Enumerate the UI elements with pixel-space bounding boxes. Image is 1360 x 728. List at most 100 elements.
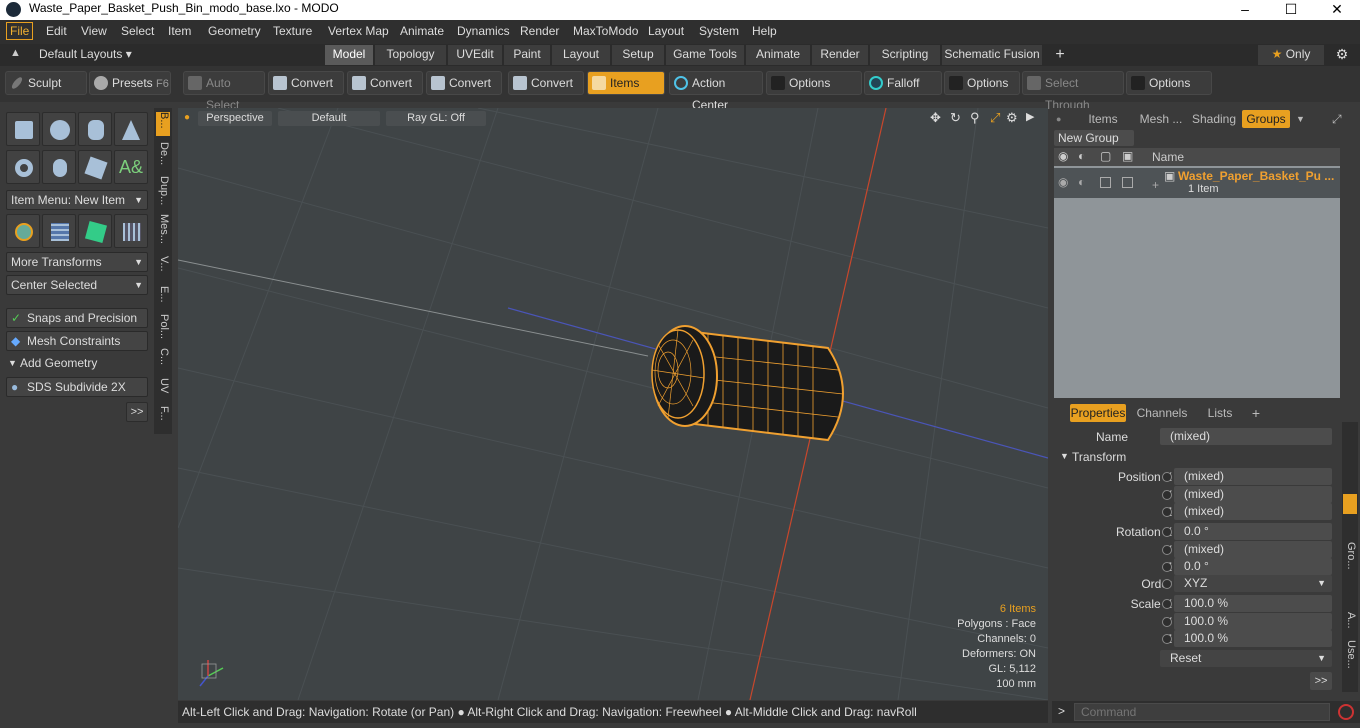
viewport-settings-icon[interactable]: ⚙ bbox=[1006, 110, 1018, 126]
menu-vertex-map[interactable]: Vertex Map bbox=[328, 24, 389, 38]
menu-render[interactable]: Render bbox=[520, 24, 559, 38]
keyframe-dot-icon[interactable] bbox=[1162, 562, 1172, 572]
vtab-edge[interactable]: E... bbox=[156, 286, 170, 303]
reset-dropdown[interactable]: Reset ▼ bbox=[1160, 650, 1332, 667]
tab-animate[interactable]: Animate bbox=[746, 45, 810, 65]
record-icon[interactable] bbox=[1338, 704, 1354, 720]
sds-subdivide-button[interactable]: ● SDS Subdivide 2X bbox=[6, 377, 148, 397]
add-tab-icon[interactable]: + bbox=[1248, 404, 1264, 422]
zoom-view-icon[interactable]: ⚲ bbox=[970, 110, 980, 126]
presets-button[interactable]: Presets F6 bbox=[89, 71, 171, 95]
menu-texture[interactable]: Texture bbox=[273, 24, 312, 38]
sculpt-button[interactable]: Sculpt bbox=[5, 71, 87, 95]
items-mode-button[interactable]: Items bbox=[587, 71, 665, 95]
maximize-button[interactable]: ☐ bbox=[1268, 0, 1314, 20]
menu-system[interactable]: System bbox=[699, 24, 739, 38]
keyframe-dot-icon[interactable] bbox=[1162, 579, 1172, 589]
add-tab-button[interactable]: + bbox=[1046, 45, 1074, 65]
new-group-button[interactable]: New Group bbox=[1054, 130, 1134, 146]
tab-schematic-fusion[interactable]: Schematic Fusion bbox=[942, 45, 1042, 65]
lock-checkbox[interactable] bbox=[1100, 177, 1111, 188]
visibility-eye-icon[interactable]: ◉ bbox=[1058, 175, 1068, 189]
vtab-vertex[interactable]: V... bbox=[156, 256, 170, 272]
keyframe-dot-icon[interactable] bbox=[1162, 527, 1172, 537]
vtab-deform[interactable]: De... bbox=[156, 142, 170, 165]
vtab-curve[interactable]: C... bbox=[156, 348, 170, 365]
cone-primitive-icon[interactable] bbox=[114, 112, 148, 146]
side-tab-active[interactable] bbox=[1343, 494, 1357, 514]
vtab-duplicate[interactable]: Dup... bbox=[156, 176, 170, 205]
auto-select-button[interactable]: Auto Select bbox=[183, 71, 265, 112]
rotation-z-field[interactable]: 0.0 ° bbox=[1174, 558, 1332, 575]
transform-gizmo-icon[interactable] bbox=[6, 214, 40, 248]
tab-topology[interactable]: Topology bbox=[375, 45, 446, 65]
vtab-polygon[interactable]: Pol... bbox=[156, 314, 170, 339]
scale-x-field[interactable]: 100.0 % bbox=[1174, 595, 1332, 612]
position-z-field[interactable]: (mixed) bbox=[1174, 503, 1332, 520]
vtab-fusion[interactable]: F... bbox=[156, 406, 170, 421]
move-view-icon[interactable]: ✥ bbox=[930, 110, 941, 126]
tab-channels[interactable]: Channels bbox=[1134, 404, 1190, 422]
action-center-button[interactable]: Action Center bbox=[669, 71, 763, 112]
keyframe-dot-icon[interactable] bbox=[1162, 617, 1172, 627]
falloff-button[interactable]: Falloff bbox=[864, 71, 942, 95]
cube-primitive-icon[interactable] bbox=[6, 112, 40, 146]
tab-uvedit[interactable]: UVEdit bbox=[448, 45, 502, 65]
center-selected-dropdown[interactable]: Center Selected ▼ bbox=[6, 275, 148, 295]
rotate-view-icon[interactable]: ↻ bbox=[950, 110, 961, 126]
text-tool-icon[interactable]: A& bbox=[114, 150, 148, 184]
position-y-field[interactable]: (mixed) bbox=[1174, 486, 1332, 503]
keyframe-dot-icon[interactable] bbox=[1162, 490, 1172, 500]
name-field[interactable]: (mixed) bbox=[1160, 428, 1332, 445]
cylinder-primitive-icon[interactable] bbox=[78, 112, 112, 146]
select-checkbox[interactable] bbox=[1122, 177, 1133, 188]
position-x-field[interactable]: (mixed) bbox=[1174, 468, 1332, 485]
keyframe-dot-icon[interactable] bbox=[1162, 634, 1172, 644]
chevron-down-icon[interactable]: ▼ bbox=[1296, 110, 1305, 128]
shading-default-dropdown[interactable]: Default bbox=[278, 111, 380, 126]
select-through-button[interactable]: Select Through bbox=[1022, 71, 1124, 112]
rotation-y-field[interactable]: (mixed) bbox=[1174, 541, 1332, 558]
only-toggle[interactable]: ★ Only bbox=[1258, 45, 1324, 65]
menu-dynamics[interactable]: Dynamics bbox=[457, 24, 510, 38]
sphere-primitive-icon[interactable] bbox=[42, 112, 76, 146]
menu-maxtomodo[interactable]: MaxToModo bbox=[573, 24, 638, 38]
render-toggle-icon[interactable]: ◐ bbox=[1078, 175, 1085, 189]
vtab-mesh[interactable]: Mes... bbox=[156, 214, 170, 244]
side-tab-groups[interactable]: Gro... bbox=[1343, 542, 1357, 570]
vtab-basic[interactable]: B... bbox=[156, 112, 170, 136]
item-menu-dropdown[interactable]: Item Menu: New Item ▼ bbox=[6, 190, 148, 210]
minimize-button[interactable]: – bbox=[1222, 0, 1268, 20]
menu-view[interactable]: View bbox=[81, 24, 107, 38]
tab-groups[interactable]: Groups bbox=[1242, 110, 1290, 128]
convert-materials-button[interactable]: Convert bbox=[508, 71, 584, 95]
rotation-x-field[interactable]: 0.0 ° bbox=[1174, 523, 1332, 540]
tab-properties[interactable]: Properties bbox=[1070, 404, 1126, 422]
tab-scripting[interactable]: Scripting bbox=[870, 45, 940, 65]
pen-tool-icon[interactable] bbox=[78, 150, 112, 184]
expand-panel-icon[interactable]: ⤢ bbox=[1332, 110, 1342, 128]
convert-polygons-button[interactable]: Convert bbox=[426, 71, 502, 95]
convert-vertices-button[interactable]: Convert bbox=[268, 71, 344, 95]
tab-mesh[interactable]: Mesh ... bbox=[1136, 110, 1186, 128]
plane-tool-icon[interactable] bbox=[114, 214, 148, 248]
default-layouts-dropdown[interactable]: Default Layouts ▾ bbox=[39, 47, 132, 61]
add-geometry-section[interactable]: ▼ Add Geometry bbox=[6, 354, 148, 374]
maximize-view-icon[interactable]: ⤢ bbox=[990, 110, 1000, 126]
panel-menu-icon[interactable]: ● bbox=[1056, 110, 1061, 128]
close-button[interactable]: ✕ bbox=[1314, 0, 1360, 20]
properties-more-button[interactable]: >> bbox=[1310, 672, 1332, 690]
options-button-1[interactable]: Options bbox=[766, 71, 862, 95]
tab-lists[interactable]: Lists bbox=[1198, 404, 1242, 422]
tab-layout[interactable]: Layout bbox=[552, 45, 610, 65]
torus-primitive-icon[interactable] bbox=[6, 150, 40, 184]
expand-plus-icon[interactable]: + bbox=[1152, 178, 1159, 192]
scale-z-field[interactable]: 100.0 % bbox=[1174, 630, 1332, 647]
menu-geometry[interactable]: Geometry bbox=[208, 24, 261, 38]
keyframe-dot-icon[interactable] bbox=[1162, 599, 1172, 609]
menu-layout[interactable]: Layout bbox=[648, 24, 684, 38]
mesh-constraints-button[interactable]: ◆ Mesh Constraints bbox=[6, 331, 148, 351]
menu-select[interactable]: Select bbox=[121, 24, 154, 38]
tab-paint[interactable]: Paint bbox=[504, 45, 550, 65]
expand-more-button[interactable]: >> bbox=[126, 402, 148, 422]
